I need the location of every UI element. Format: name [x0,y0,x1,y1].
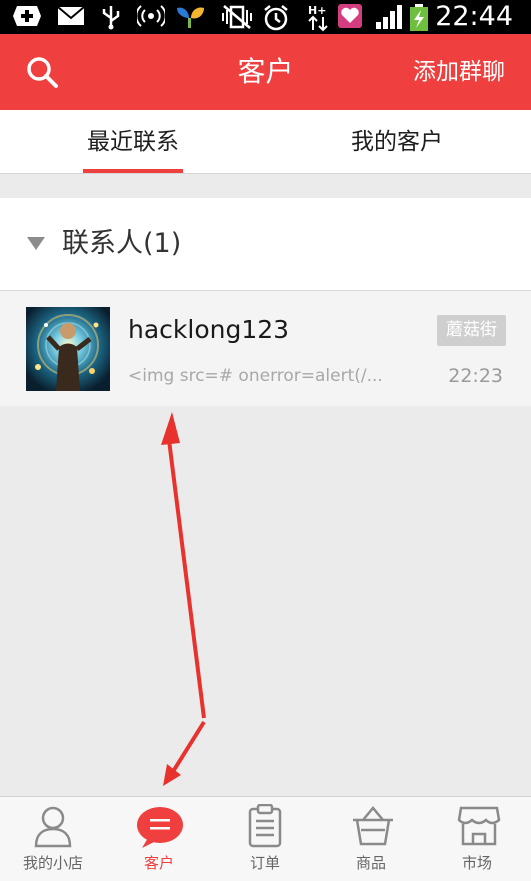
contact-list-item[interactable]: hacklong123 蘑菇街 <img src=# onerror=alert… [0,291,531,406]
nav-label: 客户 [143,854,174,872]
vibrate-icon [222,5,252,29]
nav-label: 我的小店 [22,854,83,872]
nav-customers[interactable]: 客户 [106,797,212,881]
nav-products[interactable]: 商品 [318,797,424,881]
add-icon [13,6,41,26]
app-icon [177,7,204,28]
app-header: 客户 添加群聊 [0,34,531,110]
tab-label: 最近联系 [87,129,179,155]
platform-badge: 蘑菇街 [437,315,506,346]
nav-my-shop[interactable]: 我的小店 [0,797,106,881]
bottom-navigation: 我的小店 客户 订单 商品 市场 [0,796,531,881]
heart-app-icon [338,4,362,28]
search-icon[interactable] [24,54,60,90]
battery-icon [410,4,428,31]
signal-icon [376,5,402,29]
tab-recent-contacts[interactable]: 最近联系 [83,110,183,173]
alarm-icon [264,5,288,31]
wifi-hotspot-icon [137,5,165,27]
nav-label: 市场 [461,854,492,872]
data-transfer-icon: H+ [308,4,328,32]
storefront-icon [457,806,501,846]
nav-label: 订单 [249,854,280,872]
basket-icon [353,806,393,846]
group-label: 联系人(1) [62,228,182,259]
last-message-preview: <img src=# onerror=alert(/... [128,366,383,386]
status-bar: H+ 22:44 [0,0,531,34]
add-group-chat-button[interactable]: 添加群聊 [413,34,505,110]
status-time: 22:44 [435,1,513,32]
last-message-time: 22:23 [448,365,503,387]
contact-name: hacklong123 [128,315,290,344]
avatar [26,307,110,391]
nav-orders[interactable]: 订单 [212,797,318,881]
tab-bar: 最近联系 我的客户 [0,110,531,174]
tab-label: 我的客户 [351,129,443,155]
contacts-group-header[interactable]: 联系人(1) [0,198,531,291]
svg-text:H+: H+ [308,4,326,17]
expand-triangle-icon [27,237,45,250]
person-icon [34,806,72,848]
tab-my-customers[interactable]: 我的客户 [347,110,447,173]
usb-icon [102,6,120,30]
chat-bubble-icon [137,807,183,848]
clipboard-icon [248,804,282,848]
mail-icon [57,6,85,25]
nav-market[interactable]: 市场 [424,797,530,881]
nav-label: 商品 [355,854,386,872]
